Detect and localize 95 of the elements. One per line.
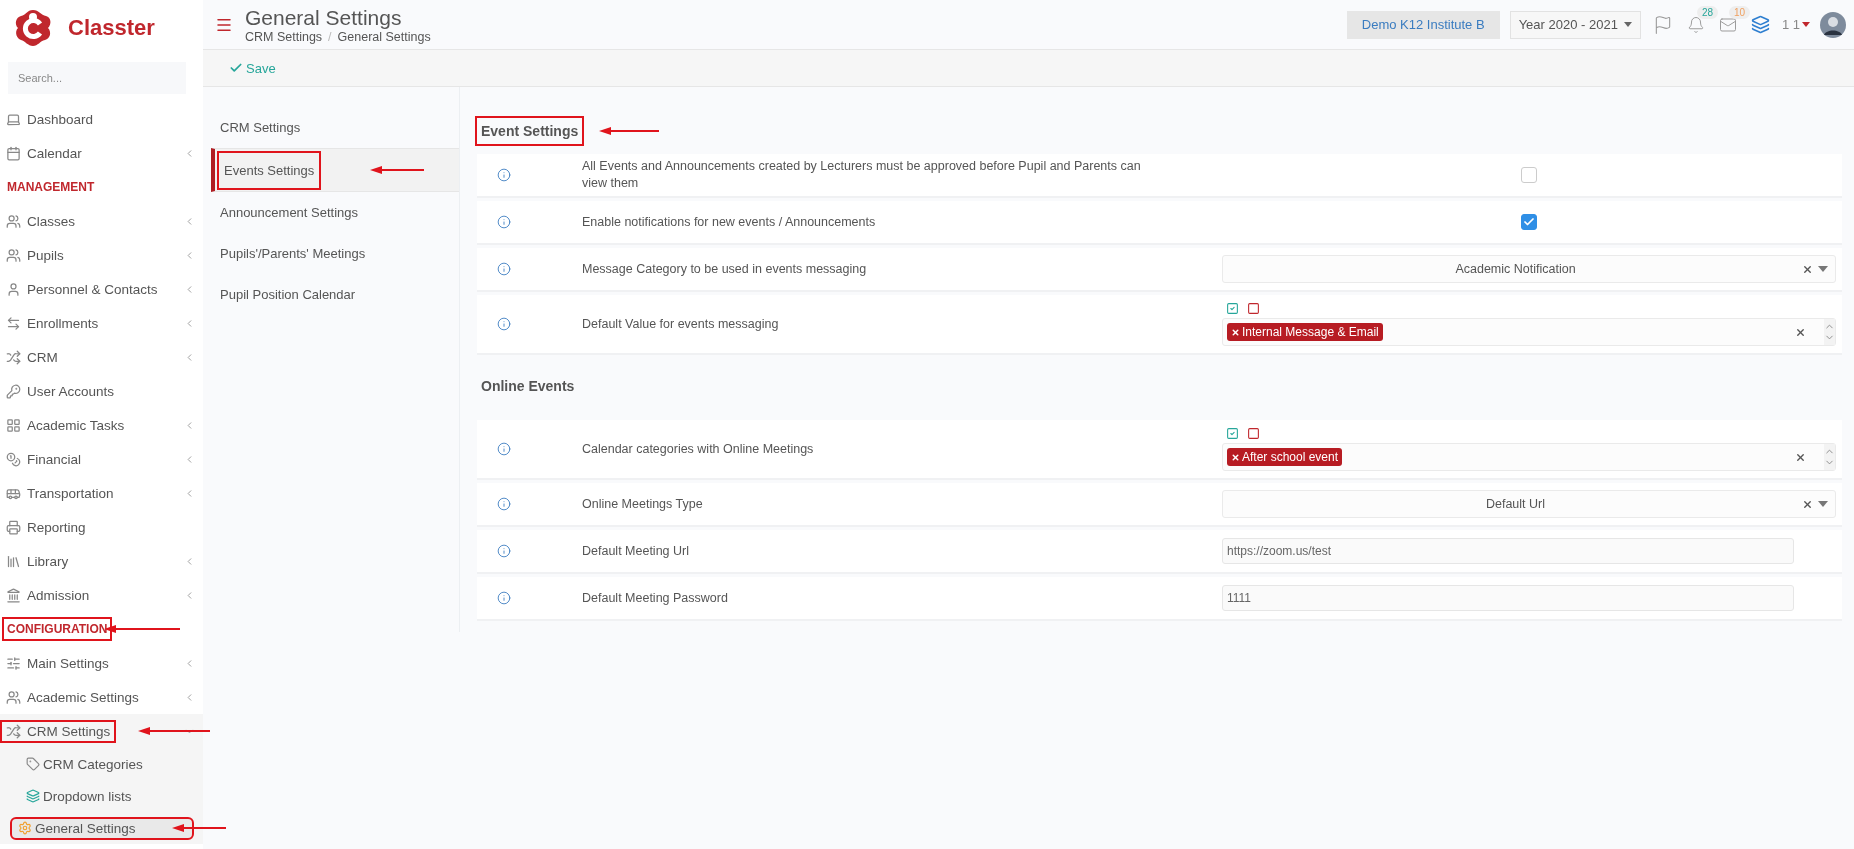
multiselect-field[interactable]: After school event bbox=[1222, 443, 1836, 471]
setting-label: Enable notifications for new events / Announcements bbox=[582, 213, 877, 231]
setting-label: All Events and Announcements created by Lecturers must be approved before Pupil and Parents can view them bbox=[582, 158, 1142, 192]
sidebar-item[interactable]: Dashboard bbox=[2, 109, 98, 129]
settings-tab[interactable]: Pupils'/Parents' Meetings bbox=[220, 246, 366, 261]
annotation-arrow bbox=[370, 165, 424, 175]
sidebar-item[interactable]: Academic Settings bbox=[2, 687, 143, 707]
clear-icon[interactable] bbox=[1802, 498, 1813, 510]
setting-label: Calendar categories with Online Meetings bbox=[582, 440, 815, 458]
select-field[interactable]: Default Url bbox=[1222, 490, 1836, 518]
remove-icon[interactable] bbox=[1231, 327, 1240, 337]
tag-chip[interactable]: After school event bbox=[1227, 448, 1343, 466]
deselect-all-icon[interactable] bbox=[1247, 427, 1260, 440]
sidebar-item[interactable]: Reporting bbox=[2, 517, 90, 537]
grid-icon bbox=[6, 417, 21, 433]
section-title: Online Events bbox=[480, 377, 576, 396]
sidebar-item[interactable]: CRM bbox=[2, 347, 62, 367]
sidebar-item[interactable]: Personnel & Contacts bbox=[2, 279, 162, 299]
setting-label: Online Meetings Type bbox=[582, 495, 704, 513]
caret-icon bbox=[1802, 22, 1810, 27]
sidebar-item[interactable]: Library bbox=[2, 551, 73, 571]
text-field[interactable]: https://zoom.us/test bbox=[1222, 538, 1794, 564]
settings-tab[interactable]: CRM Settings bbox=[220, 120, 301, 135]
remove-icon[interactable] bbox=[1231, 452, 1240, 462]
multiselect-field[interactable]: Internal Message & Email bbox=[1222, 318, 1836, 346]
people-icon bbox=[6, 689, 21, 705]
section-heading: MANAGEMENT bbox=[6, 179, 96, 196]
shuffle-icon bbox=[6, 723, 21, 739]
avatar[interactable] bbox=[1820, 11, 1846, 38]
setting-label: Default Meeting Password bbox=[582, 589, 729, 607]
checkbox[interactable] bbox=[1521, 214, 1537, 230]
breadcrumb-link[interactable]: CRM Settings bbox=[245, 29, 323, 44]
deselect-all-icon[interactable] bbox=[1247, 302, 1260, 315]
sidebar-item[interactable]: Classes bbox=[2, 211, 79, 231]
sidebar-item[interactable]: Main Settings bbox=[2, 653, 113, 673]
sidebar-item[interactable]: Pupils bbox=[2, 245, 68, 265]
annotation-arrow bbox=[172, 823, 226, 833]
setting-label: Default Meeting Url bbox=[582, 542, 690, 560]
section-heading: CONFIGURATION bbox=[4, 619, 111, 639]
annotation-arrow bbox=[138, 726, 210, 736]
printer-icon bbox=[6, 519, 21, 535]
check-icon bbox=[229, 61, 243, 75]
laptop-icon bbox=[6, 111, 21, 127]
sidebar-item[interactable]: Financial bbox=[2, 449, 86, 469]
layers-icon bbox=[26, 789, 40, 803]
check-icon bbox=[1523, 216, 1535, 228]
caret-icon[interactable] bbox=[1817, 501, 1829, 507]
sidebar-item[interactable]: Admission bbox=[2, 585, 94, 605]
spinner-icon[interactable] bbox=[1824, 319, 1835, 345]
message-count: 10 bbox=[1728, 5, 1751, 19]
coins-icon bbox=[6, 451, 21, 467]
section-title: Event Settings bbox=[477, 118, 583, 144]
page-title: General Settings bbox=[245, 5, 403, 30]
tag-chip[interactable]: Internal Message & Email bbox=[1227, 323, 1383, 341]
notification-count: 28 bbox=[1696, 5, 1719, 19]
submenu-item[interactable]: General Settings bbox=[12, 818, 192, 838]
settings-tab[interactable]: Pupil Position Calendar bbox=[220, 287, 356, 302]
settings-tab[interactable]: Announcement Settings bbox=[220, 205, 359, 220]
clear-icon[interactable] bbox=[1795, 451, 1806, 463]
caret-icon bbox=[1623, 22, 1632, 27]
select-all-icon[interactable] bbox=[1226, 427, 1239, 440]
search-field[interactable]: Search... bbox=[8, 62, 186, 94]
annotation-arrow bbox=[599, 126, 659, 136]
setting-label: Default Value for events messaging bbox=[582, 315, 780, 333]
person-icon bbox=[6, 281, 21, 297]
clear-icon[interactable] bbox=[1795, 326, 1806, 338]
tag-icon bbox=[26, 757, 40, 771]
key-icon bbox=[6, 383, 21, 399]
sidebar-item[interactable]: Calendar bbox=[2, 143, 86, 163]
select-field[interactable]: Academic Notification bbox=[1222, 255, 1836, 283]
brand-name: Classter bbox=[68, 15, 155, 41]
breadcrumb-link[interactable]: General Settings bbox=[337, 29, 431, 44]
people-icon bbox=[6, 213, 21, 229]
text-field[interactable]: 1111 bbox=[1222, 585, 1794, 611]
select-all-icon[interactable] bbox=[1226, 302, 1239, 315]
calendar-icon bbox=[6, 145, 21, 161]
people-icon bbox=[6, 247, 21, 263]
arrows-icon bbox=[6, 315, 21, 331]
setting-label: Message Category to be used in events messaging bbox=[582, 260, 868, 278]
sidebar-item[interactable]: User Accounts bbox=[2, 381, 119, 401]
clear-icon[interactable] bbox=[1802, 263, 1813, 275]
sidebar-item[interactable]: Academic Tasks bbox=[2, 415, 129, 435]
gear-icon bbox=[18, 821, 32, 835]
breadcrumb-separator: / bbox=[328, 29, 332, 44]
year-select[interactable]: Year 2020 - 2021 bbox=[1509, 10, 1641, 39]
books-icon bbox=[6, 553, 21, 569]
shuffle-icon bbox=[6, 349, 21, 365]
caret-icon[interactable] bbox=[1817, 266, 1829, 272]
checkbox[interactable] bbox=[1521, 167, 1537, 183]
sliders-icon bbox=[6, 655, 21, 671]
spinner-icon[interactable] bbox=[1824, 444, 1835, 470]
sidebar-item[interactable]: Enrollments bbox=[2, 313, 103, 333]
building-icon bbox=[6, 587, 21, 603]
sidebar-item[interactable]: Transportation bbox=[2, 483, 118, 503]
institute-button[interactable]: Demo K12 Institute B bbox=[1346, 10, 1500, 39]
